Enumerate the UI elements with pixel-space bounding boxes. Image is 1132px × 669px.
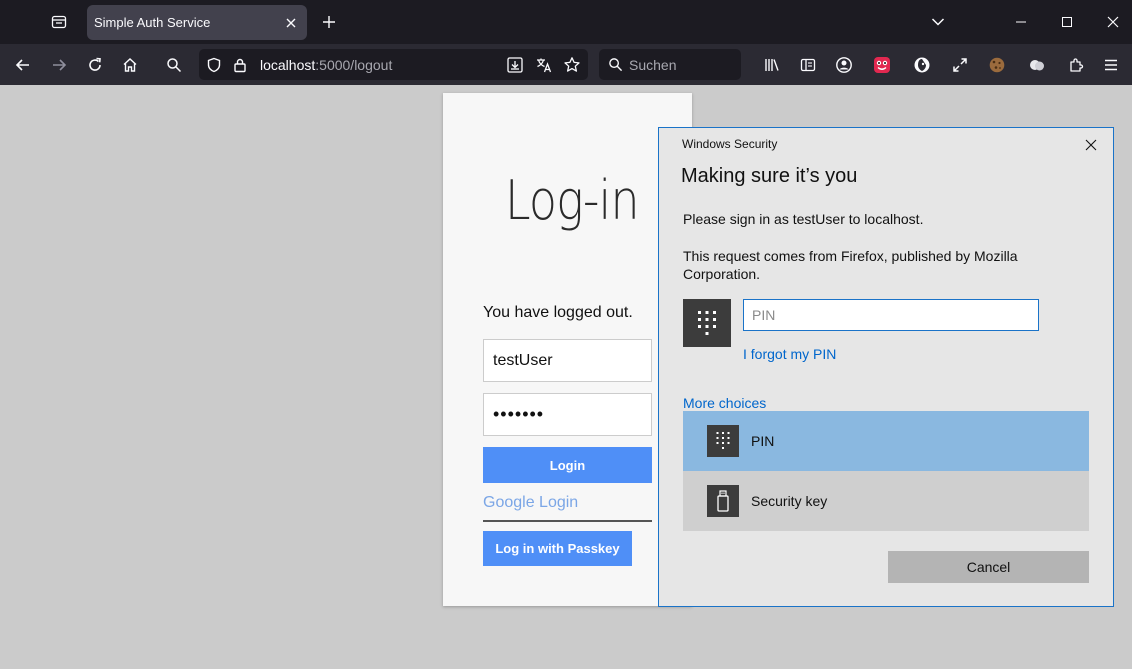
reload-button[interactable]: [80, 50, 110, 80]
sidebar-icon: [800, 58, 816, 72]
password-value: •••••••: [493, 404, 545, 424]
pin-input[interactable]: [743, 299, 1039, 331]
arrow-right-icon: [53, 59, 67, 71]
password-field[interactable]: •••••••: [483, 393, 652, 436]
extension-red-face-button[interactable]: [867, 50, 897, 80]
google-login-link[interactable]: Google Login: [483, 494, 652, 522]
translate-icon: [537, 58, 552, 73]
puzzle-piece-icon: [1070, 58, 1084, 72]
bookmark-star-button[interactable]: [561, 54, 583, 76]
choice-security-key[interactable]: Security key: [683, 471, 1089, 531]
maximize-icon: [1062, 17, 1072, 27]
search-engine-button[interactable]: [159, 50, 189, 80]
red-face-extension-icon: [874, 57, 890, 73]
star-icon: [564, 57, 580, 72]
extension-circle-button[interactable]: [907, 50, 937, 80]
minimize-icon: [1016, 21, 1026, 23]
sign-in-text: Please sign in as testUser to localhost.: [683, 211, 924, 227]
login-card: Log-in You have logged out. testUser •••…: [443, 93, 692, 606]
forward-button[interactable]: [44, 50, 74, 80]
url-path: :5000/logout: [315, 57, 393, 73]
firefox-view-icon: [51, 15, 67, 29]
cloud-extension-icon: [1030, 60, 1044, 71]
lock-icon[interactable]: [229, 54, 251, 76]
back-button[interactable]: [8, 50, 38, 80]
page-title: Log-in: [505, 169, 640, 232]
translate-button[interactable]: [533, 54, 555, 76]
minimize-button[interactable]: [998, 0, 1044, 44]
shield-icon[interactable]: [203, 54, 225, 76]
new-tab-button[interactable]: [314, 8, 344, 36]
extension-cloud-button[interactable]: [1022, 50, 1052, 80]
ghost-extension-icon: [914, 57, 930, 73]
dialog-title: Making sure it’s you: [681, 165, 858, 187]
maximize-button[interactable]: [1044, 0, 1090, 44]
tab-title: Simple Auth Service: [94, 15, 211, 30]
account-button[interactable]: [829, 50, 859, 80]
dialog-close-button[interactable]: [1077, 134, 1105, 156]
navigation-toolbar: localhost:5000/logout Suchen: [0, 44, 1132, 85]
download-tray-icon: [507, 57, 523, 73]
expand-arrows-icon: [953, 58, 967, 72]
extensions-button[interactable]: [1061, 50, 1091, 80]
choice-pin[interactable]: PIN: [683, 411, 1089, 471]
plus-icon: [323, 16, 335, 28]
keypad-icon: [707, 425, 739, 457]
list-all-tabs-button[interactable]: [924, 8, 952, 36]
home-button[interactable]: [115, 50, 145, 80]
username-field[interactable]: testUser: [483, 339, 652, 382]
choice-label: Security key: [751, 493, 828, 509]
chevron-down-icon: [931, 18, 945, 26]
url-text: localhost:5000/logout: [260, 57, 392, 73]
forgot-pin-link[interactable]: I forgot my PIN: [743, 346, 836, 362]
tab-close-button[interactable]: [279, 11, 303, 35]
fullscreen-button[interactable]: [945, 50, 975, 80]
pin-tile: [683, 299, 731, 347]
arrow-left-icon: [15, 59, 29, 71]
dialog-caption: Windows Security: [682, 137, 778, 151]
passkey-login-button[interactable]: Log in with Passkey: [483, 531, 632, 566]
sidebar-button[interactable]: [793, 50, 823, 80]
choice-label: PIN: [751, 433, 775, 449]
search-placeholder: Suchen: [629, 57, 677, 73]
reload-icon: [89, 57, 101, 71]
cookie-icon: [989, 57, 1005, 73]
more-choices-link[interactable]: More choices: [683, 395, 766, 411]
close-icon: [1085, 139, 1097, 151]
window-close-button[interactable]: [1090, 0, 1132, 44]
url-bar[interactable]: localhost:5000/logout: [199, 49, 588, 80]
home-icon: [123, 58, 137, 72]
search-bar[interactable]: Suchen: [599, 49, 741, 80]
request-origin-text: This request comes from Firefox, publish…: [683, 248, 1018, 282]
windows-security-dialog: Windows Security Making sure it’s you Pl…: [658, 127, 1114, 607]
close-icon: [286, 18, 296, 27]
account-icon: [836, 57, 852, 73]
tab-simple-auth-service[interactable]: Simple Auth Service: [87, 5, 307, 40]
url-host: localhost: [260, 57, 316, 73]
keypad-icon: [698, 311, 716, 335]
search-icon: [609, 58, 623, 72]
cancel-button[interactable]: Cancel: [888, 551, 1089, 583]
extension-cookie-button[interactable]: [982, 50, 1012, 80]
save-page-button[interactable]: [504, 54, 526, 76]
hamburger-menu-icon: [1105, 59, 1117, 71]
close-icon: [1107, 16, 1119, 28]
library-button[interactable]: [757, 50, 787, 80]
logout-message: You have logged out.: [483, 304, 633, 321]
usb-key-icon: [707, 485, 739, 517]
library-icon: [765, 59, 779, 71]
login-button[interactable]: Login: [483, 447, 652, 483]
app-menu-button[interactable]: [1096, 50, 1126, 80]
username-value: testUser: [493, 351, 553, 369]
tab-strip: Simple Auth Service: [0, 0, 1132, 44]
firefox-view-button[interactable]: [44, 8, 74, 36]
search-icon: [167, 58, 182, 73]
